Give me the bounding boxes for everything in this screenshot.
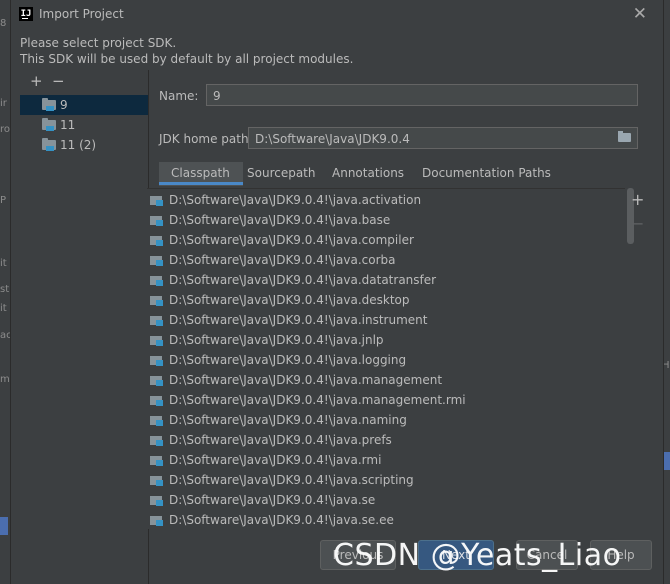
jdk-home-path-value: D:\Software\Java\JDK9.0.4 [255, 132, 410, 146]
classpath-row[interactable]: D:\Software\Java\JDK9.0.4!\java.rmi [147, 450, 617, 470]
classpath-entry: D:\Software\Java\JDK9.0.4!\java.rmi [169, 453, 382, 467]
add-sdk-button[interactable]: + [30, 72, 43, 90]
classpath-entry: D:\Software\Java\JDK9.0.4!\java.naming [169, 413, 407, 427]
classpath-row[interactable]: D:\Software\Java\JDK9.0.4!\java.datatran… [147, 270, 617, 290]
module-jar-icon [150, 196, 163, 206]
module-jar-icon [150, 496, 163, 506]
classpath-row[interactable]: D:\Software\Java\JDK9.0.4!\java.activati… [147, 190, 617, 210]
classpath-entry: D:\Software\Java\JDK9.0.4!\java.jnlp [169, 333, 384, 347]
classpath-row[interactable]: D:\Software\Java\JDK9.0.4!\java.instrume… [147, 310, 617, 330]
sdk-list-item[interactable]: 9 [20, 95, 148, 115]
classpath-entry: D:\Software\Java\JDK9.0.4!\java.scriptin… [169, 473, 414, 487]
module-jar-icon [150, 476, 163, 486]
classpath-row[interactable]: D:\Software\Java\JDK9.0.4!\java.desktop [147, 290, 617, 310]
tab-strip: Classpath Sourcepath Annotations Documen… [159, 162, 619, 186]
classpath-row[interactable]: D:\Software\Java\JDK9.0.4!\java.scriptin… [147, 470, 617, 490]
background-ide-left: 8 ir ro P it st it ac m [0, 0, 12, 584]
classpath-row[interactable]: D:\Software\Java\JDK9.0.4!\java.compiler [147, 230, 617, 250]
module-jar-icon [150, 256, 163, 266]
description-line-1: Please select project SDK. [20, 36, 177, 50]
classpath-entry: D:\Software\Java\JDK9.0.4!\java.prefs [169, 433, 392, 447]
classpath-row[interactable]: D:\Software\Java\JDK9.0.4!\java.manageme… [147, 370, 617, 390]
classpath-entry: D:\Software\Java\JDK9.0.4!\java.activati… [169, 193, 422, 207]
jdk-folder-icon [42, 118, 56, 131]
classpath-row[interactable]: D:\Software\Java\JDK9.0.4!\java.prefs [147, 430, 617, 450]
module-jar-icon [150, 236, 163, 246]
sdk-list-panel: + − 9 11 11 (2) [20, 70, 149, 584]
sdk-label: 9 [60, 98, 68, 112]
classpath-entry: D:\Software\Java\JDK9.0.4!\java.se [169, 493, 376, 507]
dialog-title: Import Project [39, 7, 124, 21]
classpath-row[interactable]: D:\Software\Java\JDK9.0.4!\java.corba [147, 250, 617, 270]
classpath-entry: D:\Software\Java\JDK9.0.4!\java.base [169, 213, 391, 227]
classpath-row[interactable]: D:\Software\Java\JDK9.0.4!\java.base [147, 210, 617, 230]
classpath-entry: D:\Software\Java\JDK9.0.4!\java.corba [169, 253, 396, 267]
jdk-home-path-label: JDK home path: [159, 132, 253, 146]
watermark: CSDN @Yeats_Liao [333, 538, 622, 573]
tab-classpath[interactable]: Classpath [171, 162, 230, 184]
description-line-2: This SDK will be used by default by all … [20, 52, 354, 66]
tab-sourcepath[interactable]: Sourcepath [247, 162, 316, 184]
intellij-icon: IJ [19, 7, 33, 21]
classpath-row[interactable]: D:\Software\Java\JDK9.0.4!\java.jnlp [147, 330, 617, 350]
name-label: Name: [159, 89, 199, 103]
classpath-row[interactable]: D:\Software\Java\JDK9.0.4!\java.se.ee [147, 510, 617, 529]
sdk-name-field[interactable]: 9 [206, 84, 638, 106]
title-bar: IJ Import Project ✕ [11, 0, 663, 28]
module-jar-icon [150, 516, 163, 526]
remove-sdk-button[interactable]: − [52, 72, 65, 90]
classpath-row[interactable]: D:\Software\Java\JDK9.0.4!\java.manageme… [147, 390, 617, 410]
sdk-label: 11 (2) [60, 138, 97, 152]
import-project-dialog: IJ Import Project ✕ Please select projec… [10, 0, 664, 584]
classpath-entry: D:\Software\Java\JDK9.0.4!\java.manageme… [169, 393, 466, 407]
tab-documentation-paths[interactable]: Documentation Paths [422, 162, 551, 184]
add-path-button[interactable]: + [631, 190, 644, 209]
module-jar-icon [150, 296, 163, 306]
classpath-row[interactable]: D:\Software\Java\JDK9.0.4!\java.logging [147, 350, 617, 370]
classpath-entry: D:\Software\Java\JDK9.0.4!\java.datatran… [169, 273, 437, 287]
module-jar-icon [150, 356, 163, 366]
classpath-entry: D:\Software\Java\JDK9.0.4!\java.compiler [169, 233, 414, 247]
jdk-folder-icon [42, 138, 56, 151]
classpath-entry: D:\Software\Java\JDK9.0.4!\java.desktop [169, 293, 410, 307]
classpath-entry: D:\Software\Java\JDK9.0.4!\java.instrume… [169, 313, 428, 327]
active-tab-indicator [159, 182, 243, 185]
classpath-entry: D:\Software\Java\JDK9.0.4!\java.manageme… [169, 373, 443, 387]
module-jar-icon [150, 396, 163, 406]
module-jar-icon [150, 276, 163, 286]
classpath-entry: D:\Software\Java\JDK9.0.4!\java.logging [169, 353, 407, 367]
classpath-row[interactable]: D:\Software\Java\JDK9.0.4!\java.se [147, 490, 617, 510]
close-icon[interactable]: ✕ [633, 4, 647, 24]
module-jar-icon [150, 456, 163, 466]
classpath-entry: D:\Software\Java\JDK9.0.4!\java.se.ee [169, 513, 394, 527]
module-jar-icon [150, 336, 163, 346]
sdk-list-item[interactable]: 11 (2) [20, 135, 148, 155]
sdk-label: 11 [60, 118, 76, 132]
module-jar-icon [150, 316, 163, 326]
jdk-folder-icon [42, 98, 56, 111]
module-jar-icon [150, 376, 163, 386]
browse-folder-icon[interactable] [618, 131, 631, 142]
remove-path-button[interactable]: − [631, 214, 644, 233]
classpath-list[interactable]: D:\Software\Java\JDK9.0.4!\java.activati… [147, 188, 625, 529]
tab-annotations[interactable]: Annotations [332, 162, 404, 184]
jdk-home-path-field[interactable]: D:\Software\Java\JDK9.0.4 [248, 127, 638, 149]
module-jar-icon [150, 216, 163, 226]
module-jar-icon [150, 436, 163, 446]
module-jar-icon [150, 416, 163, 426]
sdk-list-item[interactable]: 11 [20, 115, 148, 135]
classpath-row[interactable]: D:\Software\Java\JDK9.0.4!\java.naming [147, 410, 617, 430]
